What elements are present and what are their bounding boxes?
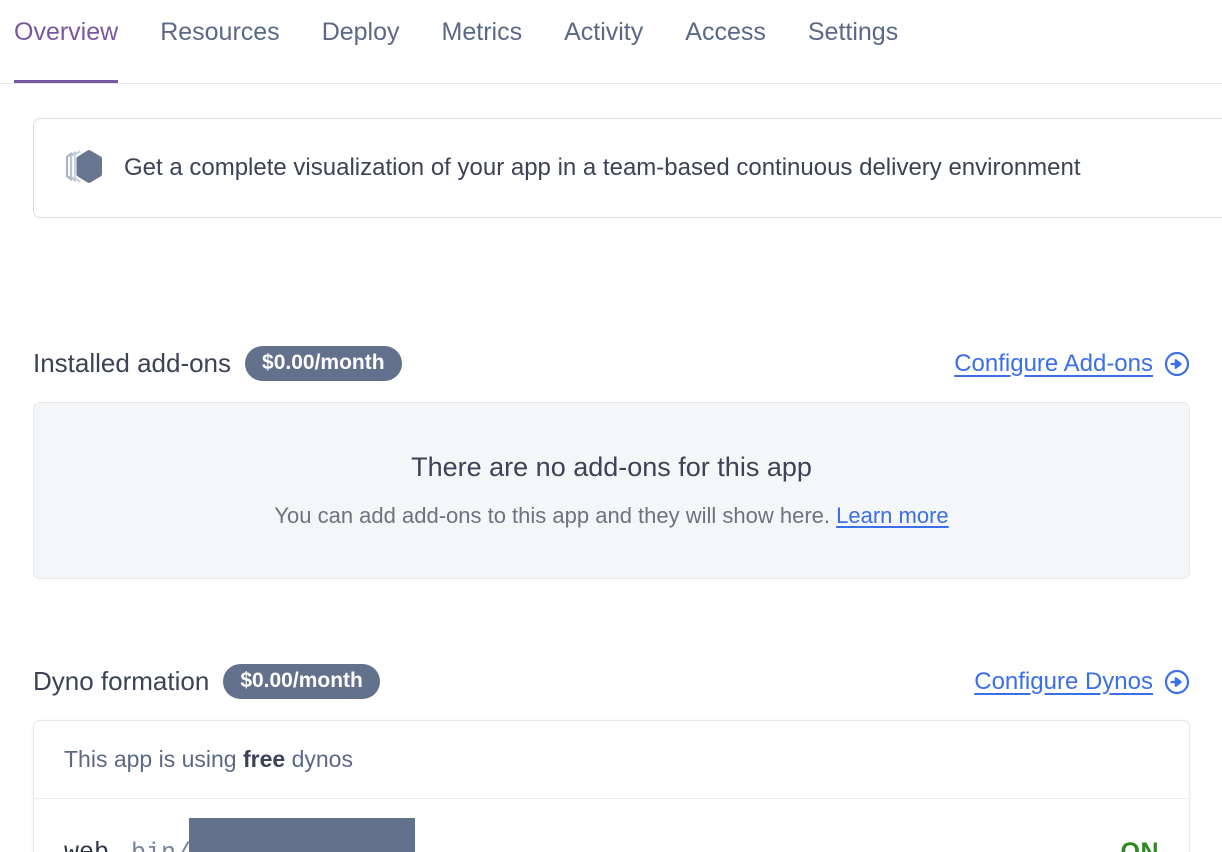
dyno-formation-card: This app is using free dynos web bin/ ON — [33, 720, 1190, 852]
tab-overview-label: Overview — [14, 18, 119, 46]
tab-resources[interactable]: Resources — [160, 0, 280, 47]
pipeline-promo-banner[interactable]: Get a complete visualization of your app… — [33, 118, 1222, 218]
dyno-state-badge: ON — [1120, 838, 1159, 852]
configure-dynos-label: Configure Dynos — [974, 667, 1153, 695]
dyno-formation-section-header: Dyno formation $0.00/month Configure Dyn… — [33, 664, 1190, 699]
addons-empty-title: There are no add-ons for this app — [411, 452, 812, 482]
tab-metrics[interactable]: Metrics — [442, 0, 523, 47]
addons-learn-more-link[interactable]: Learn more — [836, 503, 949, 528]
addons-empty-subtitle: You can add add-ons to this app and they… — [274, 503, 948, 529]
tab-deploy[interactable]: Deploy — [322, 0, 400, 47]
addons-section-header: Installed add-ons $0.00/month Configure … — [33, 346, 1190, 381]
dyno-formation-title: Dyno formation — [33, 666, 210, 696]
tab-resources-label: Resources — [160, 18, 280, 46]
arrow-right-circle-icon — [1164, 351, 1190, 377]
tab-access[interactable]: Access — [685, 0, 766, 47]
arrow-right-circle-icon — [1164, 669, 1190, 695]
redaction-block — [189, 817, 416, 852]
tab-settings[interactable]: Settings — [808, 0, 898, 47]
configure-addons-link[interactable]: Configure Add-ons — [954, 350, 1190, 378]
tab-overview[interactable]: Overview — [14, 0, 119, 83]
tab-access-label: Access — [685, 18, 766, 46]
configure-dynos-link[interactable]: Configure Dynos — [974, 668, 1190, 696]
configure-addons-label: Configure Add-ons — [954, 349, 1153, 377]
dyno-process-row[interactable]: web bin/ ON — [34, 799, 1189, 852]
dyno-plan-note-before: This app is using — [64, 746, 237, 772]
dyno-process-type: web — [64, 838, 109, 852]
app-tab-bar: Overview Resources Deploy Metrics Activi… — [0, 0, 1222, 84]
pipeline-hexagon-icon — [60, 146, 106, 190]
dyno-process-command-prefix: bin/ — [131, 838, 191, 852]
dyno-plan-note-strong: free — [242, 746, 286, 772]
tab-activity[interactable]: Activity — [564, 0, 643, 47]
pipeline-promo-text: Get a complete visualization of your app… — [124, 154, 1081, 181]
addons-section-title: Installed add-ons — [33, 348, 232, 378]
tab-activity-label: Activity — [564, 18, 644, 46]
dyno-plan-note-after: dynos — [291, 746, 353, 772]
addons-cost-badge: $0.00/month — [245, 346, 402, 381]
addons-empty-state-card: There are no add-ons for this app You ca… — [33, 402, 1190, 579]
tab-settings-label: Settings — [807, 18, 899, 46]
dyno-cost-badge: $0.00/month — [223, 664, 380, 699]
tab-deploy-label: Deploy — [321, 18, 400, 46]
dyno-process-command: bin/ — [131, 817, 416, 852]
dyno-plan-note: This app is using free dynos — [34, 721, 1189, 799]
tab-metrics-label: Metrics — [441, 18, 523, 46]
addons-empty-subtitle-text: You can add add-ons to this app and they… — [274, 503, 831, 528]
